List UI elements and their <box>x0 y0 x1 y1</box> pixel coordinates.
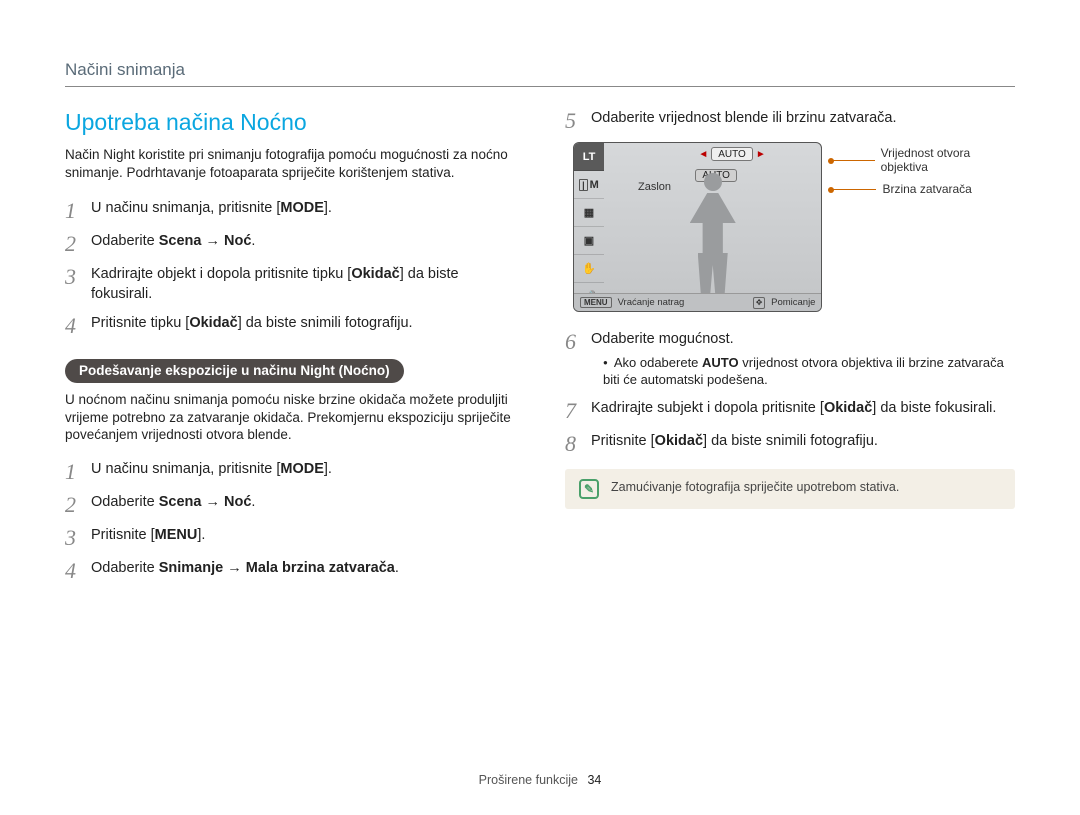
step-item: 1 U načinu snimanja, pritisnite [MODE]. <box>65 460 515 483</box>
step-text: Odaberite Scena → Noć. <box>91 493 515 513</box>
left-column: Upotreba načina Noćno Način Night korist… <box>65 109 515 604</box>
step-number: 1 <box>65 200 91 222</box>
page-number: 34 <box>587 773 601 787</box>
step-item: 1 U načinu snimanja, pritisnite [MODE]. <box>65 199 515 222</box>
step-item: 2 Odaberite Scena → Noć. <box>65 232 515 255</box>
step-number: 6 <box>565 331 591 353</box>
step-number: 4 <box>65 560 91 582</box>
step-item: 8 Pritisnite [Okidač] da biste snimili f… <box>565 432 1015 455</box>
subsection-pill: Podešavanje ekspozicije u načinu Night (… <box>65 359 404 383</box>
step-text: Kadrirajte subjekt i dopola pritisnite [… <box>591 399 1015 419</box>
page-footer: Proširene funkcije 34 <box>0 773 1080 787</box>
silhouette-figure <box>683 173 743 293</box>
arrow-left-icon: ◄ <box>698 149 708 160</box>
steps-b: 1 U načinu snimanja, pritisnite [MODE]. … <box>65 460 515 582</box>
step-number: 2 <box>65 233 91 255</box>
page-title: Upotreba načina Noćno <box>65 109 515 136</box>
step-item: 5 Odaberite vrijednost blende ili brzinu… <box>565 109 1015 132</box>
screen-bottom-bar: MENU Vraćanje natrag ✥ Pomicanje <box>574 293 821 311</box>
steps-a: 1 U načinu snimanja, pritisnite [MODE]. … <box>65 199 515 337</box>
screen-left-icons: LT |M ▦ ▣ ✋ 🎤 <box>574 143 604 311</box>
right-column: 5 Odaberite vrijednost blende ili brzinu… <box>565 109 1015 604</box>
step-item: 4 Pritisnite tipku [Okidač] da biste sni… <box>65 314 515 337</box>
step-text: Odaberite Scena → Noć. <box>91 232 515 252</box>
callout-line <box>832 189 876 190</box>
screen-hand-icon: ✋ <box>574 255 604 283</box>
step-text: Kadrirajte objekt i dopola pritisnite ti… <box>91 265 515 304</box>
mode-lt-icon: LT <box>574 143 604 171</box>
step-number: 2 <box>65 494 91 516</box>
note-text: Zamućivanje fotografija spriječite upotr… <box>611 479 899 495</box>
screen-zaslon-label: Zaslon <box>638 181 671 193</box>
step-number: 7 <box>565 400 591 422</box>
step-item: 7 Kadrirajte subjekt i dopola pritisnite… <box>565 399 1015 422</box>
step-number: 3 <box>65 266 91 288</box>
step-item: 3 Kadrirajte objekt i dopola pritisnite … <box>65 265 515 304</box>
step-number: 1 <box>65 461 91 483</box>
screen-settings-icon: ▦ <box>574 199 604 227</box>
screen-mode-icon: ▣ <box>574 227 604 255</box>
callout-shutter: Brzina zatvarača <box>832 182 1015 196</box>
step-number: 5 <box>565 110 591 132</box>
step-item: 2 Odaberite Scena → Noć. <box>65 493 515 516</box>
step-item: 4 Odaberite Snimanje → Mala brzina zatva… <box>65 559 515 582</box>
back-label: Vraćanje natrag <box>618 297 685 308</box>
aperture-value: AUTO <box>711 147 753 161</box>
mode-m-icon: |M <box>574 171 604 199</box>
move-label: Pomicanje <box>771 297 815 308</box>
step-text: U načinu snimanja, pritisnite [MODE]. <box>91 199 515 219</box>
intro-text: Način Night koristite pri snimanju fotog… <box>65 146 515 181</box>
step-item: 3 Pritisnite [MENU]. <box>65 526 515 549</box>
camera-screen-wrap: LT |M ▦ ▣ ✋ 🎤 ◄ AUTO ► <box>573 142 1015 312</box>
callout-line <box>832 160 874 161</box>
screen-callouts: Vrijednost otvora objektiva Brzina zatva… <box>832 146 1015 196</box>
step-text: Odaberite vrijednost blende ili brzinu z… <box>591 109 1015 129</box>
step-text: Odaberite mogućnost. Ako odaberete AUTO … <box>591 330 1015 389</box>
step-text: Pritisnite [Okidač] da biste snimili fot… <box>591 432 1015 452</box>
screen-aperture-row: ◄ AUTO ► <box>695 147 768 161</box>
camera-screen: LT |M ▦ ▣ ✋ 🎤 ◄ AUTO ► <box>573 142 822 312</box>
note-icon: ✎ <box>579 479 599 499</box>
step-text: Pritisnite tipku [Okidač] da biste snimi… <box>91 314 515 334</box>
callout-aperture: Vrijednost otvora objektiva <box>832 146 1015 174</box>
menu-label: MENU <box>580 297 612 308</box>
step-number: 3 <box>65 527 91 549</box>
sub-intro: U noćnom načinu snimanja pomoću niske br… <box>65 391 515 444</box>
nav-icon: ✥ <box>753 297 765 309</box>
note-box: ✎ Zamućivanje fotografija spriječite upo… <box>565 469 1015 509</box>
arrow-right-icon: ► <box>756 149 766 160</box>
step-item: 6 Odaberite mogućnost. Ako odaberete AUT… <box>565 330 1015 389</box>
step-number: 4 <box>65 315 91 337</box>
step-text: Odaberite Snimanje → Mala brzina zatvara… <box>91 559 515 579</box>
section-header: Načini snimanja <box>65 60 1015 87</box>
step-number: 8 <box>565 433 591 455</box>
step-text: Pritisnite [MENU]. <box>91 526 515 546</box>
screen-main: ◄ AUTO ► AUTO Zaslon <box>604 143 821 293</box>
footer-label: Proširene funkcije <box>479 773 578 787</box>
step-sub-item: Ako odaberete AUTO vrijednost otvora obj… <box>603 354 1015 389</box>
step-text: U načinu snimanja, pritisnite [MODE]. <box>91 460 515 480</box>
